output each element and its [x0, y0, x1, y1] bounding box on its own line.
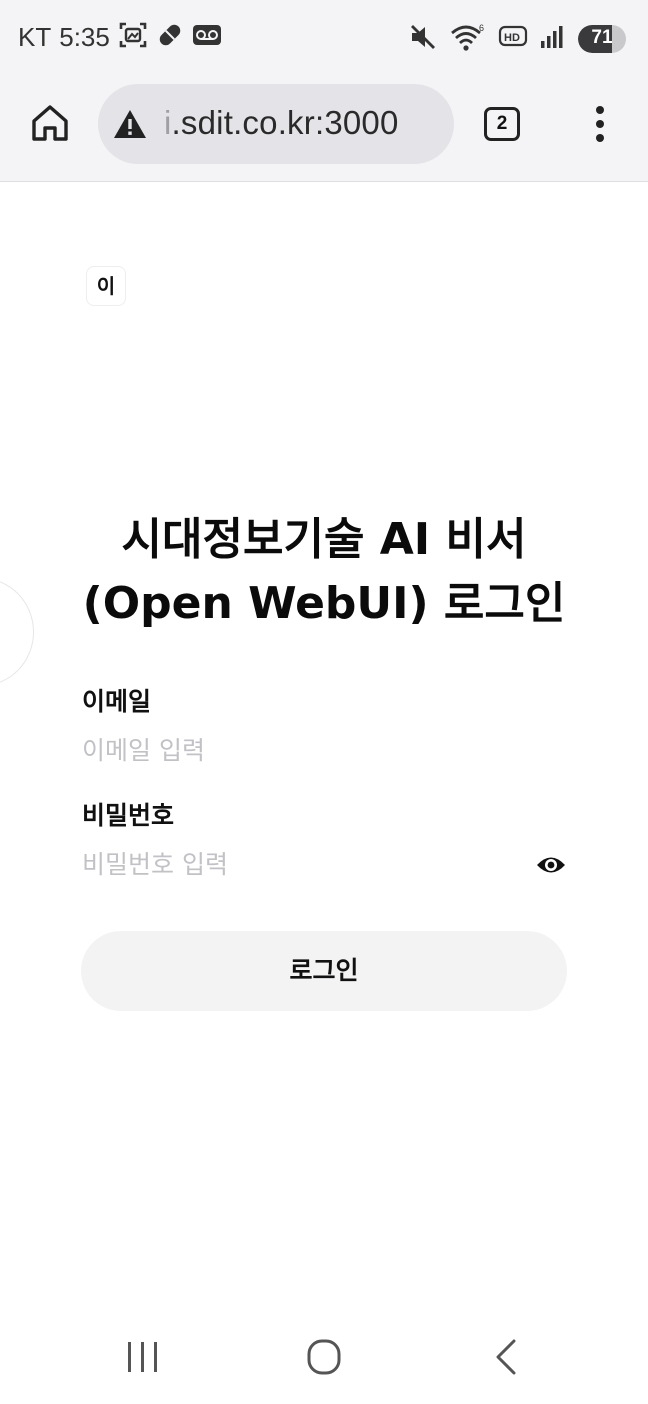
battery-level: 71	[591, 27, 613, 48]
url-text[interactable]: i.sdit.co.kr:3000	[164, 104, 399, 142]
status-left: KT 5:35	[18, 20, 222, 54]
url-prefix: i	[164, 104, 172, 141]
tab-count: 2	[496, 113, 508, 134]
screen: KT 5:35 6 HD 71 i.sdit.co.kr:3000 2 이 시대…	[0, 0, 648, 1404]
screenshot-icon	[118, 20, 148, 54]
battery-icon: 71	[578, 25, 626, 53]
password-label: 비밀번호	[82, 801, 175, 830]
mute-icon	[408, 22, 438, 56]
wifi-icon: 6	[450, 22, 486, 56]
email-label: 이메일	[82, 687, 152, 716]
page-title-line2: (Open WebUI) 로그인	[82, 578, 566, 629]
hd-icon: HD	[498, 24, 528, 54]
carrier-label: KT	[18, 21, 52, 52]
browser-toolbar: i.sdit.co.kr:3000 2	[0, 76, 648, 182]
warning-icon[interactable]	[112, 108, 148, 144]
pill-icon	[156, 21, 184, 53]
svg-text:HD: HD	[504, 32, 520, 44]
more-vert-icon[interactable]	[592, 104, 608, 144]
tabs-icon[interactable]: 2	[484, 107, 520, 141]
back-icon[interactable]	[484, 1338, 532, 1378]
eye-icon[interactable]	[536, 852, 566, 878]
svg-text:6: 6	[479, 23, 484, 33]
url-bar[interactable]: i.sdit.co.kr:3000	[98, 84, 454, 164]
status-bar: KT 5:35 6 HD 71	[0, 0, 648, 76]
status-right: 6 HD 71	[408, 22, 626, 56]
nav-bar	[0, 1310, 648, 1404]
clock: 5:35	[59, 21, 110, 52]
email-field[interactable]	[82, 728, 542, 772]
recent-apps-icon[interactable]	[119, 1338, 167, 1378]
login-button[interactable]: 로그인	[81, 931, 567, 1011]
url-host: .sdit.co.kr:3000	[171, 104, 399, 141]
page-title: 시대정보기술 AI 비서 (Open WebUI) 로그인	[40, 508, 608, 636]
voicemail-icon	[192, 24, 222, 50]
home-circle-icon[interactable]	[300, 1338, 348, 1378]
side-handle[interactable]	[0, 578, 34, 686]
password-field[interactable]	[82, 842, 542, 886]
home-icon[interactable]	[28, 101, 72, 145]
app-logo: 이	[86, 266, 126, 306]
page-title-line1: 시대정보기술 AI 비서	[121, 514, 527, 565]
signal-icon	[540, 24, 566, 54]
